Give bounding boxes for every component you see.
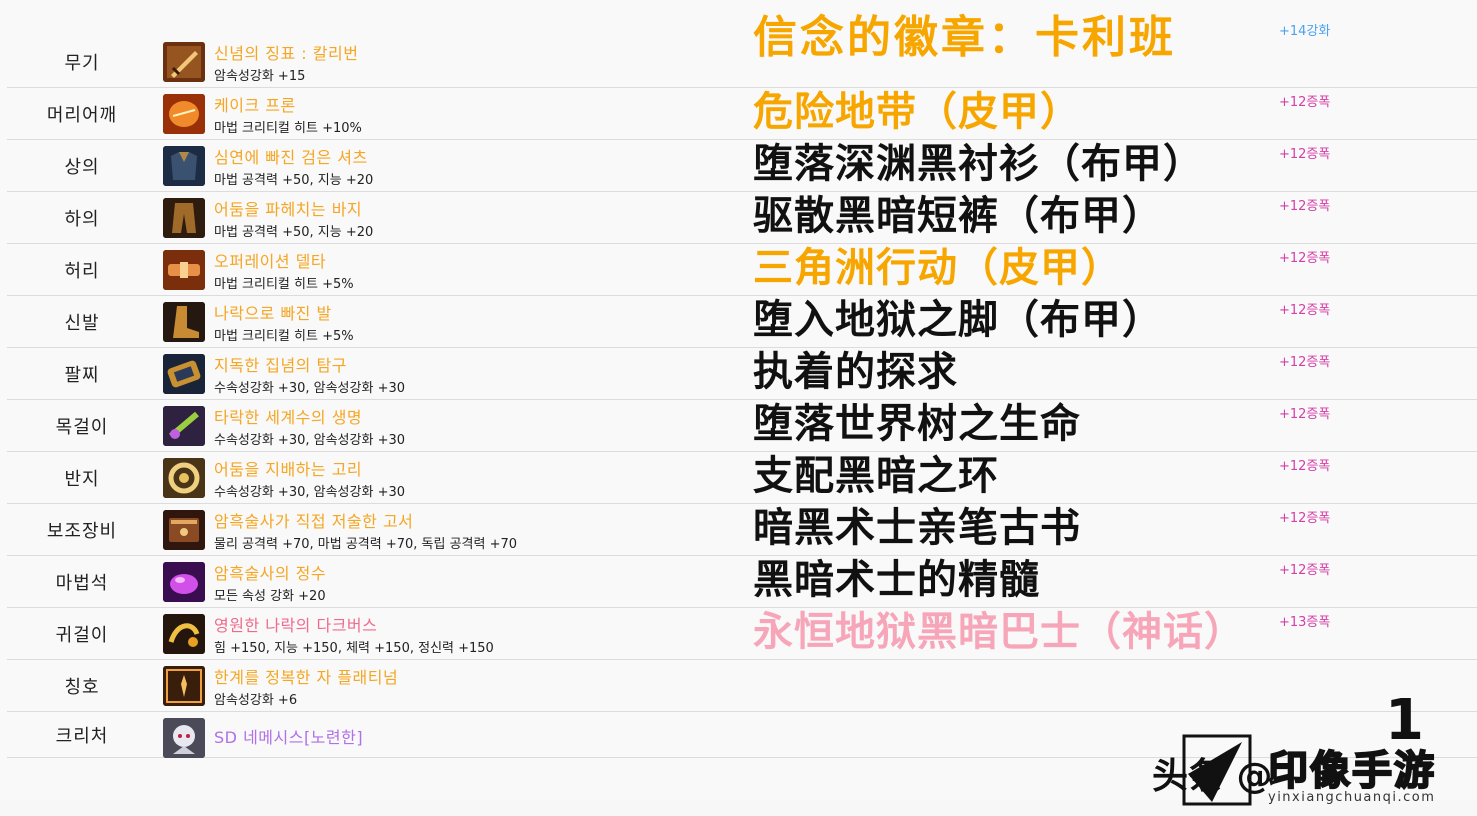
slot-label: 마법석 (55, 572, 109, 594)
item-stat: 마법 크리티컬 히트 +5% (214, 277, 354, 292)
item-stat: 물리 공격력 +70, 마법 공격력 +70, 독립 공격력 +70 (214, 537, 518, 552)
chinese-item-name: 三角洲行动（皮甲） (753, 245, 1122, 291)
equipment-row-earring: 귀걸이 영원한 나락의 다크버스 힘 +150, 지능 +150, 체력 +15… (7, 608, 1477, 660)
chinese-item-name: 堕落深渊黑衬衫（布甲） (753, 141, 1204, 187)
bracelet-icon (163, 354, 205, 394)
item-stat: 수속성강화 +30, 암속성강화 +30 (214, 485, 405, 500)
equipment-row-ring: 반지 어둠을 지배하는 고리 수속성강화 +30, 암속성강화 +30 支配黑暗… (7, 452, 1477, 504)
enhance-level: +12증폭 (1279, 303, 1331, 318)
equipment-sheet: 무기 신념의 징표 : 칼리번 암속성강화 +15 信念的徽章：卡利班 +14강… (0, 0, 1477, 800)
equipment-row-top: 상의 심연에 빠진 검은 셔츠 마법 공격력 +50, 지능 +20 堕落深渊黑… (7, 140, 1477, 192)
item-stat: 수속성강화 +30, 암속성강화 +30 (214, 433, 405, 448)
enhance-level: +12증폭 (1279, 95, 1331, 110)
belt-icon (163, 250, 205, 290)
equipment-row-shoulder: 머리어깨 케이크 프론 마법 크리티컬 히트 +10% 危险地带（皮甲） +12… (7, 88, 1477, 140)
item-name: 케이크 프론 (214, 96, 296, 115)
item-stat: 마법 공격력 +50, 지능 +20 (214, 225, 374, 240)
item-stat: 암속성강화 +15 (214, 69, 306, 84)
item-stat: 모든 속성 강화 +20 (214, 589, 326, 604)
pants-icon (163, 198, 205, 238)
item-name: 심연에 빠진 검은 셔츠 (214, 148, 368, 167)
chinese-item-name: 驱散黑暗短裤（布甲） (753, 193, 1163, 239)
enhance-level: +12증폭 (1279, 511, 1331, 526)
shirt-icon (163, 146, 205, 186)
item-name: 영원한 나락의 다크버스 (214, 616, 378, 635)
enhance-level: +12증폭 (1279, 563, 1331, 578)
enhance-level: +12증폭 (1279, 355, 1331, 370)
slot-label: 팔찌 (64, 364, 100, 386)
enhance-level: +12증폭 (1279, 251, 1331, 266)
item-name: 암흑술사의 정수 (214, 564, 327, 583)
item-name: 어둠을 파헤치는 바지 (214, 200, 363, 219)
chinese-item-name: 堕落世界树之生命 (753, 401, 1081, 447)
title-badge-icon (163, 666, 205, 706)
earring-icon (163, 614, 205, 654)
boots-icon (163, 302, 205, 342)
equipment-row-pants: 하의 어둠을 파헤치는 바지 마법 공격력 +50, 지능 +20 驱散黑暗短裤… (7, 192, 1477, 244)
equipment-row-necklace: 목걸이 타락한 세계수의 생명 수속성강화 +30, 암속성강화 +30 堕落世… (7, 400, 1477, 452)
chinese-item-name: 黑暗术士的精髓 (753, 557, 1040, 603)
equipment-list: 무기 신념의 징표 : 칼리번 암속성강화 +15 信念的徽章：卡利班 +14강… (7, 12, 1477, 758)
item-name: 신념의 징표 : 칼리번 (214, 44, 359, 63)
equipment-row-belt: 허리 오퍼레이션 델타 마법 크리티컬 히트 +5% 三角洲行动（皮甲） +12… (7, 244, 1477, 296)
shoulder-armor-icon (163, 94, 205, 134)
item-stat: 암속성강화 +6 (214, 693, 298, 708)
item-stat: 수속성강화 +30, 암속성강화 +30 (214, 381, 405, 396)
slot-label: 목걸이 (55, 416, 109, 438)
item-name: SD 네메시스[노련한] (214, 728, 364, 747)
equipment-row-magic-stone: 마법석 암흑술사의 정수 모든 속성 강화 +20 黑暗术士的精髓 +12증폭 (7, 556, 1477, 608)
equipment-row-title: 칭호 한계를 정복한 자 플래티넘 암속성강화 +6 (7, 660, 1477, 712)
slot-label: 무기 (64, 52, 100, 74)
item-stat: 마법 크리티컬 히트 +10% (214, 121, 362, 136)
equipment-row-bracelet: 팔찌 지독한 집념의 탐구 수속성강화 +30, 암속성강화 +30 执着的探求… (7, 348, 1477, 400)
watermark-source-text: 头条 @ (1152, 756, 1273, 797)
enhance-level: +12증폭 (1279, 459, 1331, 474)
slot-label: 신발 (64, 312, 100, 334)
chinese-item-name: 执着的探求 (753, 349, 958, 395)
watermark-url: yinxiangchuanqi.com (1268, 790, 1436, 805)
creature-icon (163, 718, 205, 758)
item-name: 오퍼레이션 델타 (214, 252, 327, 271)
chinese-item-name: 支配黑暗之环 (753, 453, 999, 499)
chinese-item-name: 堕入地狱之脚（布甲） (753, 297, 1163, 343)
item-stat: 마법 크리티컬 히트 +5% (214, 329, 354, 344)
book-icon (163, 510, 205, 550)
chinese-item-name: 暗黑术士亲笔古书 (753, 505, 1081, 551)
watermark-brand-logo: 印像手游 (1267, 747, 1436, 795)
slot-label: 보조장비 (46, 520, 118, 542)
slot-label: 칭호 (64, 676, 100, 698)
item-name: 나락으로 빠진 발 (214, 304, 332, 323)
slot-label: 귀걸이 (55, 624, 109, 646)
enhance-level: +12증폭 (1279, 407, 1331, 422)
chinese-item-name: 永恒地狱黑暗巴士（神话） (753, 609, 1245, 655)
enhance-level: +12증폭 (1279, 147, 1331, 162)
slot-label: 하의 (64, 208, 100, 230)
ring-icon (163, 458, 205, 498)
sword-icon (163, 42, 205, 82)
enhance-level: +14강화 (1279, 24, 1331, 39)
slot-label: 크리처 (55, 725, 109, 747)
slot-label: 상의 (64, 156, 100, 178)
equipment-row-subweapon: 보조장비 암흑술사가 직접 저술한 고서 물리 공격력 +70, 마법 공격력 … (7, 504, 1477, 556)
slot-label: 허리 (64, 260, 100, 282)
item-stat: 힘 +150, 지능 +150, 체력 +150, 정신력 +150 (214, 641, 494, 656)
item-name: 암흑술사가 직접 저술한 고서 (214, 512, 414, 531)
slot-label: 반지 (64, 468, 100, 490)
chinese-item-name: 危险地带（皮甲） (753, 89, 1081, 135)
enhance-level: +12증폭 (1279, 199, 1331, 214)
slot-label: 머리어깨 (46, 104, 118, 126)
item-name: 지독한 집념의 탐구 (214, 356, 347, 375)
item-name: 어둠을 지배하는 고리 (214, 460, 363, 479)
item-stat: 마법 공격력 +50, 지능 +20 (214, 173, 374, 188)
item-name: 한계를 정복한 자 플래티넘 (214, 668, 399, 687)
equipment-row-shoes: 신발 나락으로 빠진 발 마법 크리티컬 히트 +5% 堕入地狱之脚（布甲） +… (7, 296, 1477, 348)
enhance-level: +13증폭 (1279, 615, 1331, 630)
necklace-icon (163, 406, 205, 446)
magic-stone-icon (163, 562, 205, 602)
item-name: 타락한 세계수의 생명 (214, 408, 363, 427)
equipment-row-weapon: 무기 신념의 징표 : 칼리번 암속성강화 +15 信念的徽章：卡利班 +14강… (7, 12, 1477, 88)
chinese-item-name: 信念的徽章：卡利班 (753, 12, 1176, 63)
